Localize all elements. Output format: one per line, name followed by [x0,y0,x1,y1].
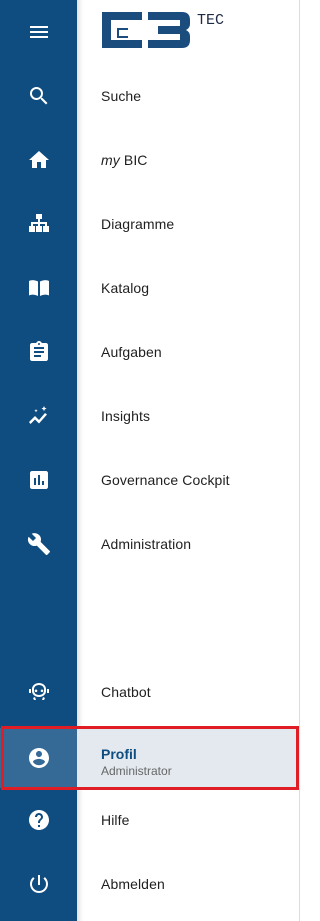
nav-item-label: Abmelden [101,876,165,892]
nav-item-insights[interactable]: Insights [0,384,300,448]
nav-item-governance-cockpit[interactable]: Governance Cockpit [0,448,300,512]
nav-item-administration[interactable]: Administration [0,512,300,576]
nav-item-suche[interactable]: Suche [0,64,300,128]
nav-item-label: Chatbot [101,684,151,700]
nav-item-label: Aufgaben [101,344,162,360]
wrench-icon [27,533,50,555]
nav-item-label: Diagramme [101,216,175,232]
help-icon [28,810,49,830]
nav-item-label: Insights [101,408,151,424]
nav-item-aufgaben[interactable]: Aufgaben [0,320,300,384]
logo: TEC [100,6,230,54]
clipboard-icon [29,341,48,361]
logo-suffix: TEC [197,12,225,29]
nav-item-label: Administration [101,536,192,552]
nav-item-mybic[interactable]: my BIC [0,128,300,192]
nav-item-label: my BIC [101,128,148,192]
mybic-prefix: my [101,152,120,168]
nav-item-label: Suche [101,88,142,104]
nav-item-diagramme[interactable]: Diagramme [0,192,300,256]
mybic-suffix: BIC [123,152,148,168]
nav-item-katalog[interactable]: Katalog [0,256,300,320]
nav-item-chatbot[interactable]: Chatbot [0,660,300,724]
nav-item-label: Governance Cockpit [101,472,230,488]
home-icon [28,151,49,168]
nav-item-hilfe[interactable]: Hilfe [0,788,300,852]
menu-button[interactable] [0,0,77,64]
nav-item-label: Katalog [101,280,150,296]
menu-icon [29,26,48,38]
chatbot-icon [28,683,49,700]
power-icon [29,875,48,893]
chart-icon [29,471,48,489]
highlight-box [1,726,299,790]
nav-item-label: Hilfe [101,812,130,828]
nav-item-abmelden[interactable]: Abmelden [0,852,300,916]
logo-mark [102,12,190,48]
insights-icon [28,406,47,424]
book-icon [28,280,49,296]
search-icon [29,87,47,105]
sitemap-icon [28,214,49,232]
